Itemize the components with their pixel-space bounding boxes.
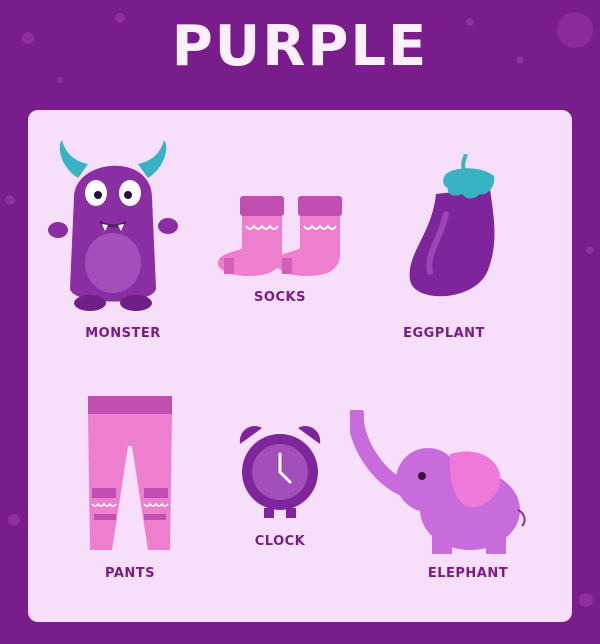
eggplant-icon: [409, 154, 495, 297]
clock-label: CLOCK: [254, 534, 306, 549]
clock-icon: [239, 425, 321, 518]
elephant-item: [350, 410, 530, 560]
socks-icon: [217, 196, 342, 276]
eggplant-item: [406, 154, 506, 304]
eggplant-label: EGGPLANT: [403, 326, 485, 341]
elephant-label: ELEPHANT: [427, 566, 509, 581]
vocabulary-card: MONSTER SOCKS EGGPLANT PANTS CLOCK ELEPH…: [28, 110, 572, 622]
socks-item: [214, 192, 344, 282]
monster-icon: [48, 140, 178, 311]
page-title: PURPLE: [171, 14, 429, 79]
pants-item: [84, 396, 176, 556]
socks-label: SOCKS: [254, 290, 306, 305]
pants-icon: [88, 396, 172, 550]
pants-label: PANTS: [104, 566, 155, 581]
elephant-icon: [350, 410, 526, 554]
monster-label: MONSTER: [85, 326, 161, 341]
monster-item: [48, 138, 178, 318]
clock-item: [234, 422, 326, 522]
